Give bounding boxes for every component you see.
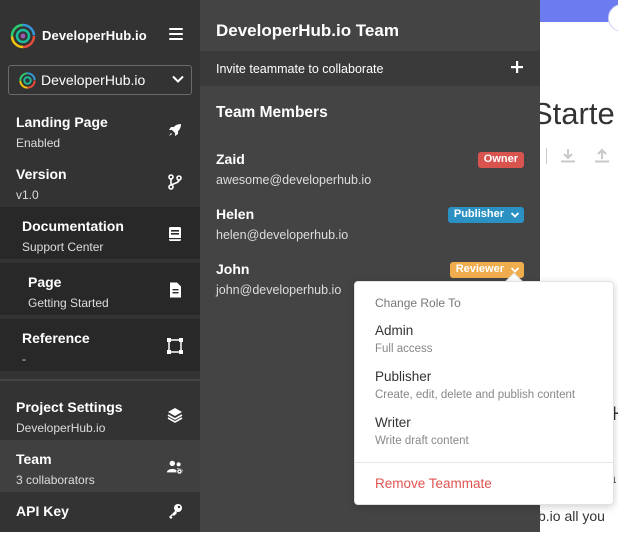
hamburger-menu-icon[interactable] (169, 28, 183, 40)
member-email: john@developerhub.io (216, 283, 342, 297)
plus-icon (511, 61, 523, 73)
member-name: Zaid (216, 151, 245, 167)
page-text: b.io all you (538, 508, 605, 524)
layers-icon (167, 408, 183, 423)
sidebar-item-project-settings[interactable]: Project Settings DeveloperHub.io (0, 388, 200, 440)
sidebar-item-title: Reference (22, 330, 90, 346)
sidebar-item-title: API Key (16, 503, 69, 519)
role-option-title: Publisher (375, 369, 432, 384)
sidebar-item-api-key[interactable]: API Key (0, 492, 200, 544)
role-option-publisher[interactable]: Publisher Create, edit, delete and publi… (355, 369, 613, 413)
sidebar-item-reference[interactable]: Reference - (0, 319, 200, 371)
role-option-description: Create, edit, delete and publish content (375, 389, 576, 401)
api-icon (167, 338, 183, 354)
role-option-writer[interactable]: Writer Write draft content (355, 415, 613, 459)
panel-title: DeveloperHub.io Team (216, 21, 399, 40)
sidebar-item-subtitle: v1.0 (16, 188, 39, 202)
sidebar-item-documentation[interactable]: Documentation Support Center (0, 207, 200, 259)
users-icon (166, 460, 184, 475)
sidebar-item-subtitle: - (22, 352, 26, 366)
upload-icon[interactable] (594, 148, 610, 164)
sidebar-item-title: Documentation (22, 218, 124, 234)
sidebar-item-subtitle: Getting Started (28, 296, 109, 310)
book-icon (169, 227, 181, 241)
logo-row: DeveloperHub.io (0, 0, 200, 62)
page-toolbar (560, 148, 618, 166)
member-email: helen@developerhub.io (216, 228, 349, 242)
role-option-description: Full access (375, 343, 433, 355)
sidebar-item-title: Page (28, 274, 62, 290)
role-select-publisher[interactable]: Publisher (447, 207, 524, 223)
project-logo-icon (19, 72, 36, 89)
member-name: John (216, 261, 250, 277)
chevron-down-icon (510, 212, 520, 218)
sidebar-item-team[interactable]: Team 3 collaborators (0, 440, 200, 492)
member-row: Helen helen@developerhub.io Publisher (200, 206, 540, 254)
role-option-title: Writer (375, 415, 411, 430)
sidebar-divider (0, 379, 200, 381)
sidebar-item-subtitle: Enabled (16, 136, 61, 150)
role-option-description: Write draft content (375, 435, 469, 447)
key-icon (169, 504, 182, 519)
remove-teammate-button[interactable]: Remove Teammate (375, 476, 492, 491)
sidebar-item-title: Project Settings (16, 399, 123, 415)
role-option-title: Admin (375, 323, 414, 338)
project-selector-value: DeveloperHub.io (41, 72, 146, 88)
sidebar-item-version[interactable]: Version v1.0 (0, 155, 200, 207)
member-row: Zaid awesome@developerhub.io Owner (200, 151, 540, 199)
sidebar-item-subtitle: DeveloperHub.io (16, 421, 106, 435)
sidebar-item-title: Landing Page (16, 114, 108, 130)
sidebar-item-title: Team (16, 451, 52, 467)
sidebar-item-title: Version (16, 166, 67, 182)
sidebar-item-subtitle: 3 collaborators (16, 473, 95, 487)
page-heading: Starte (532, 96, 615, 131)
member-email: awesome@developerhub.io (216, 173, 372, 187)
project-selector[interactable]: DeveloperHub.io (8, 65, 192, 95)
member-name: Helen (216, 206, 255, 222)
role-label: Reviewer (455, 263, 504, 275)
branch-icon (168, 174, 182, 190)
sidebar-item-landing-page[interactable]: Landing Page Enabled (0, 103, 200, 155)
dropdown-header: Change Role To (375, 296, 461, 310)
chevron-down-icon (172, 75, 184, 83)
logo-icon (10, 23, 36, 49)
logo-text: DeveloperHub.io (42, 28, 147, 43)
invite-teammate-button[interactable]: Invite teammate to collaborate (200, 51, 540, 86)
download-icon[interactable] (560, 148, 576, 164)
sidebar: DeveloperHub.io DeveloperHub.io Landing … (0, 0, 200, 532)
role-option-admin[interactable]: Admin Full access (355, 323, 613, 367)
top-bar (540, 0, 618, 22)
file-icon (170, 282, 181, 298)
toolbar-divider (546, 148, 547, 164)
role-badge-owner: Owner (477, 152, 524, 168)
sidebar-item-page[interactable]: Page Getting Started (0, 263, 200, 315)
rocket-icon (169, 124, 181, 136)
role-label: Publisher (453, 208, 504, 220)
dropdown-divider (355, 462, 613, 463)
invite-label: Invite teammate to collaborate (216, 62, 384, 76)
change-role-dropdown: Change Role To Admin Full access Publish… (354, 281, 614, 505)
section-title: Team Members (216, 104, 328, 121)
sidebar-item-subtitle: Support Center (22, 240, 104, 254)
